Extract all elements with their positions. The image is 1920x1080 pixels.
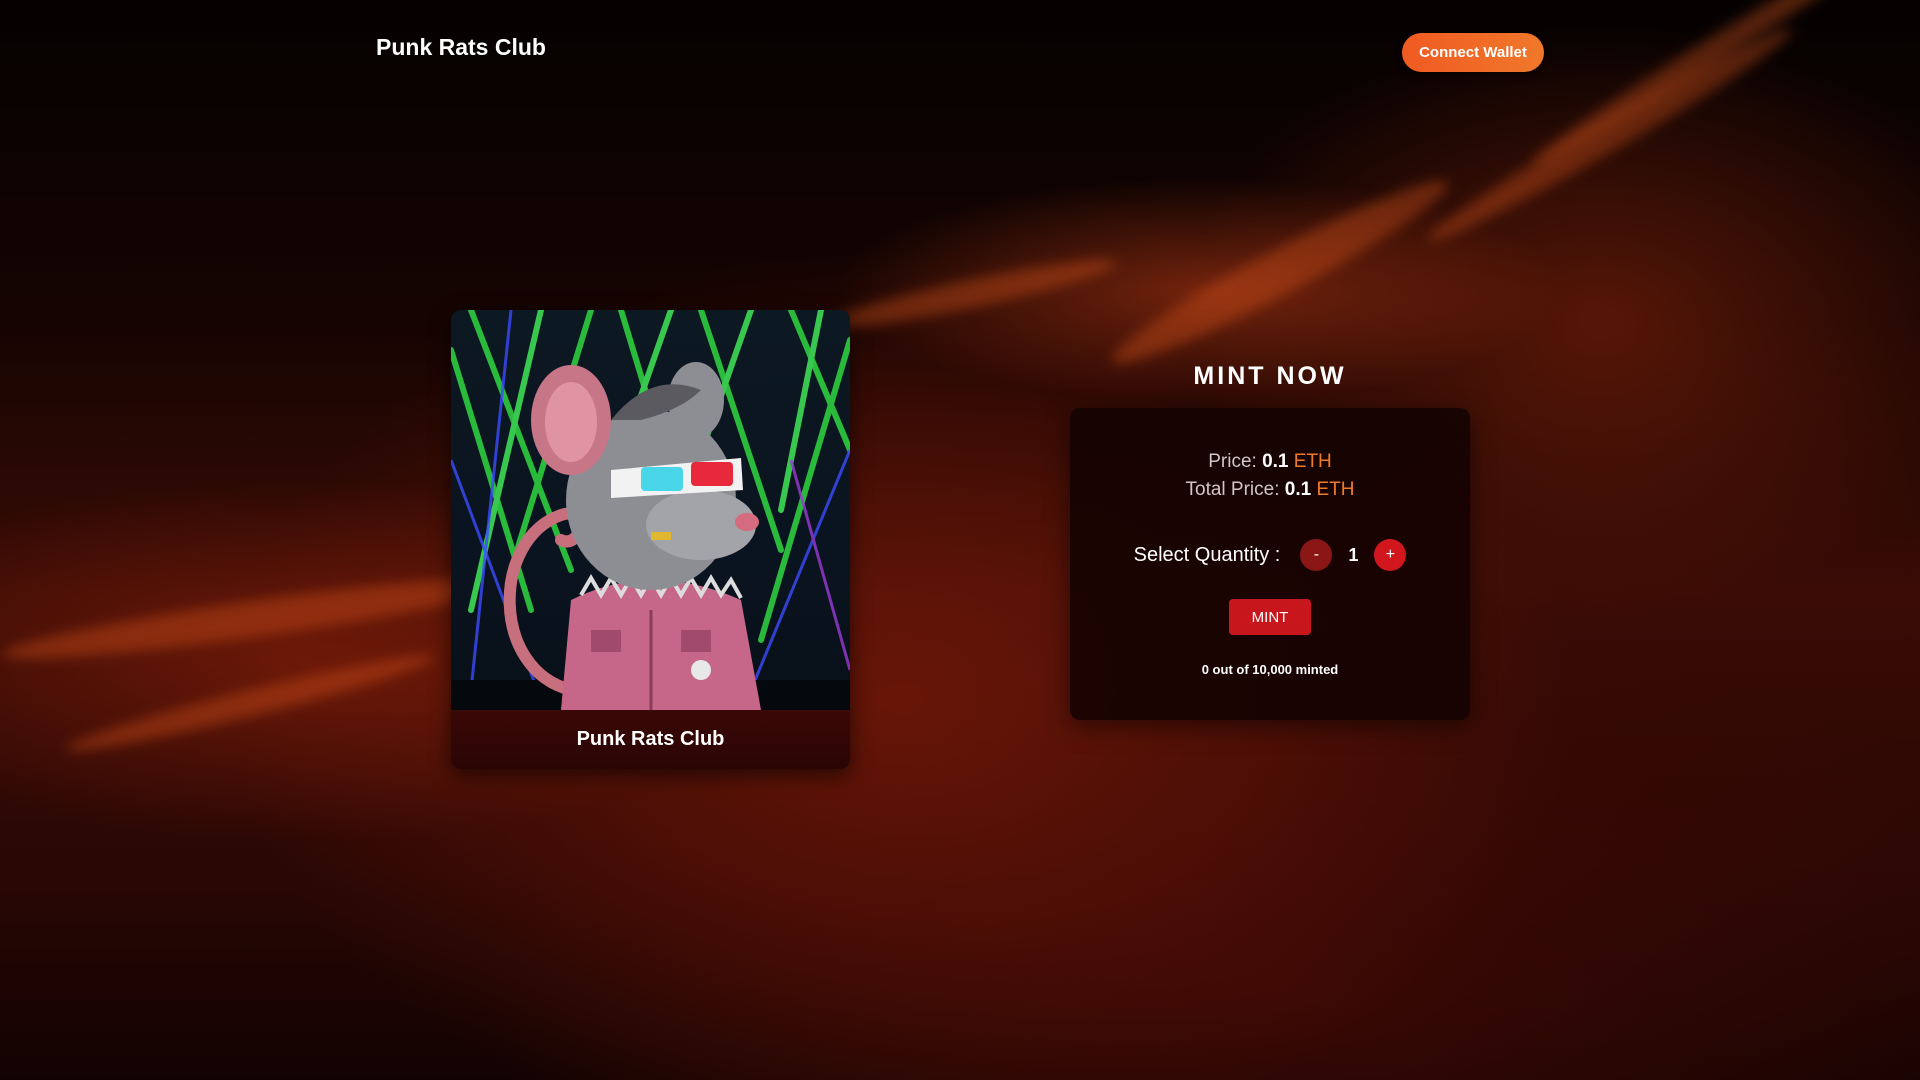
connect-wallet-button[interactable]: Connect Wallet [1402, 33, 1544, 72]
nft-card: Punk Rats Club [451, 310, 850, 769]
price-line: Price: 0.1 ETH [1070, 451, 1470, 473]
lava-streak [1101, 163, 1459, 381]
minted-count: 0 out of 10,000 minted [1201, 662, 1339, 677]
mint-heading: MINT NOW [1193, 362, 1347, 390]
quantity-label: Select Quantity : [1133, 543, 1281, 566]
total-price-unit: ETH [1316, 479, 1355, 500]
nft-caption: Punk Rats Club [451, 710, 850, 769]
total-price-value: 0.1 [1284, 479, 1312, 500]
page-background [0, 0, 1920, 1080]
total-price-label: Total Price: [1185, 479, 1280, 500]
quantity-value: 1 [1348, 544, 1359, 565]
lava-streak [0, 563, 520, 673]
site-title: Punk Rats Club [376, 34, 546, 60]
price-value: 0.1 [1262, 451, 1289, 472]
decrease-quantity-button[interactable]: - [1300, 539, 1333, 571]
lava-streak [820, 249, 1120, 339]
mint-button[interactable]: MINT [1229, 599, 1311, 635]
lava-streak [62, 644, 438, 762]
total-price-line: Total Price: 0.1 ETH [1070, 479, 1470, 501]
quantity-selector: Select Quantity : - 1 + [1070, 538, 1470, 572]
price-label: Price: [1208, 451, 1257, 472]
price-unit: ETH [1293, 451, 1332, 472]
punk-rat-illustration [451, 310, 850, 710]
nft-artwork [451, 310, 850, 710]
mint-panel: Price: 0.1 ETH Total Price: 0.1 ETH Sele… [1070, 408, 1470, 720]
increase-quantity-button[interactable]: + [1374, 539, 1407, 571]
